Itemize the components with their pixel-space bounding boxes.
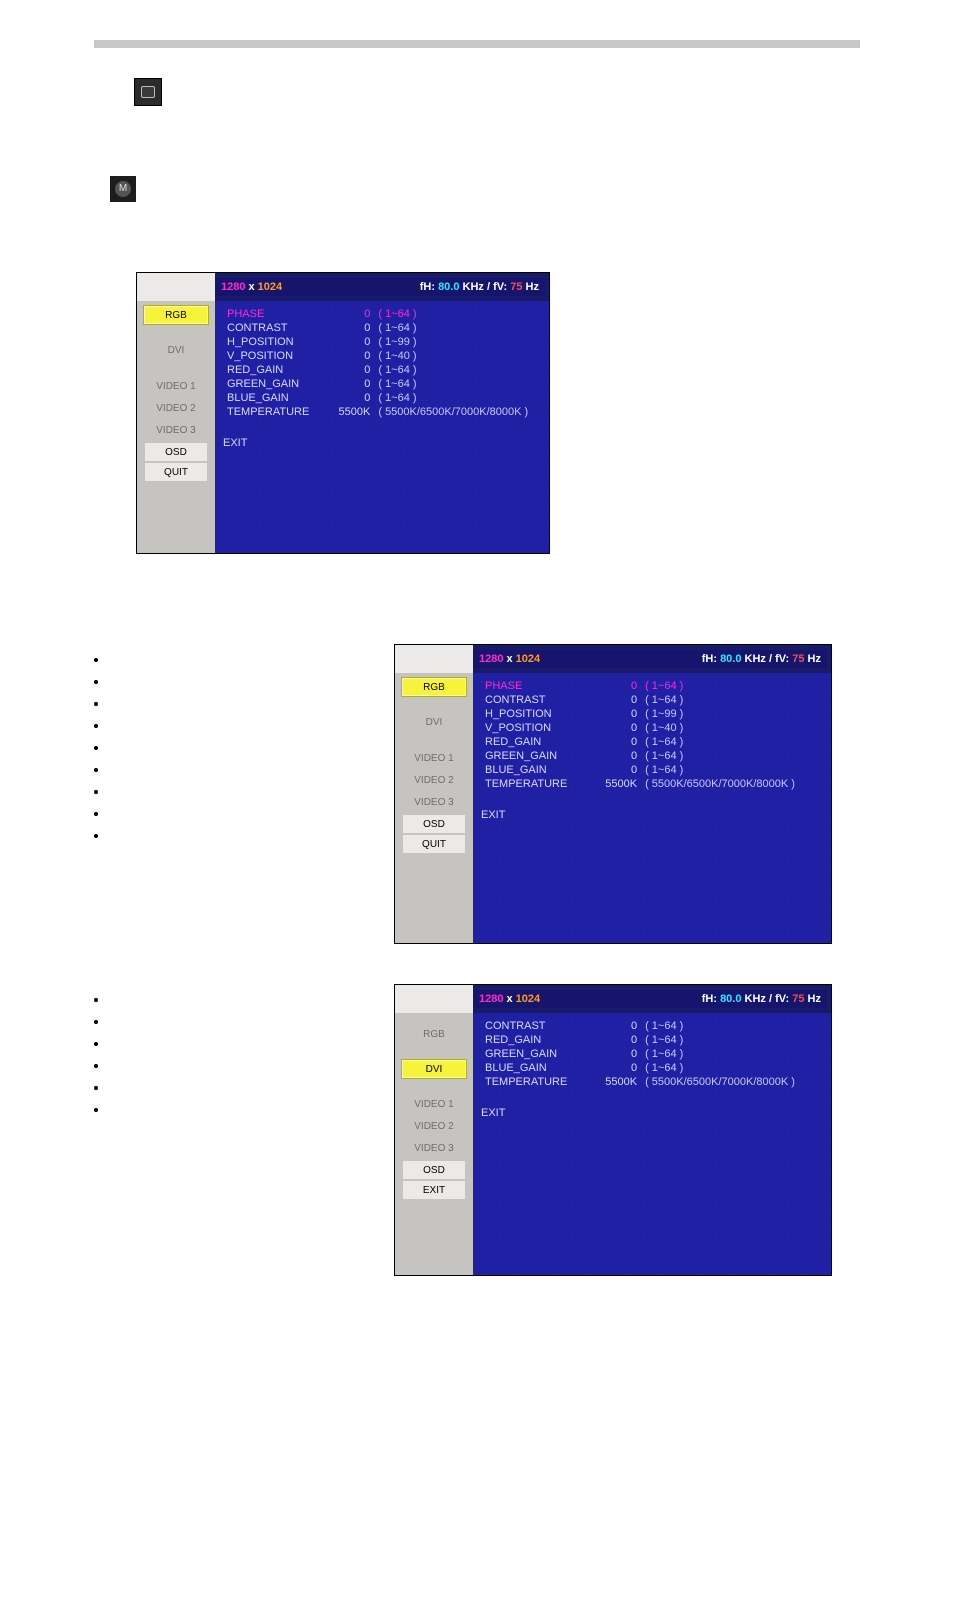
- menu-button-icon: [134, 78, 162, 106]
- osd-topbar: 1280 x 1024 fH: 80.0 KHz / fV: 75 Hz: [215, 278, 545, 296]
- osd-main-dvi: CONTRAST0( 1~64 )RED_GAIN0( 1~64 )GREEN_…: [473, 1013, 831, 1275]
- sidebar-item-rgb[interactable]: RGB: [395, 1023, 473, 1045]
- spec-bullet: [108, 806, 374, 820]
- sidebar-item-osd[interactable]: OSD: [403, 1161, 465, 1179]
- sidebar-item-video1[interactable]: VIDEO 1: [395, 1093, 473, 1115]
- sidebar-item-video3[interactable]: VIDEO 3: [137, 419, 215, 441]
- osd-topbar: 1280 x 1024 fH: 80.0 KHz / fV: 75 Hz: [473, 650, 827, 668]
- spec-bullet: [108, 1102, 374, 1116]
- osd-exit[interactable]: EXIT: [223, 437, 541, 449]
- osd-sidebar: RGB DVI VIDEO 1 VIDEO 2 VIDEO 3 OSD EXIT: [395, 985, 473, 1275]
- sidebar-item-exit[interactable]: EXIT: [403, 1181, 465, 1199]
- sidebar-item-video1[interactable]: VIDEO 1: [137, 375, 215, 397]
- sidebar-item-quit[interactable]: QUIT: [403, 835, 465, 853]
- sidebar-item-video2[interactable]: VIDEO 2: [137, 397, 215, 419]
- sidebar-item-dvi[interactable]: DVI: [395, 711, 473, 733]
- sidebar-item-dvi[interactable]: DVI: [401, 1059, 467, 1079]
- spec-bullet: [108, 674, 374, 688]
- spec-bullet: [108, 652, 374, 666]
- sidebar-item-video2[interactable]: VIDEO 2: [395, 1115, 473, 1137]
- spec-bullet: [108, 1058, 374, 1072]
- osd-screenshot-rgb: RGB DVI VIDEO 1 VIDEO 2 VIDEO 3 OSD QUIT…: [136, 272, 550, 554]
- sidebar-item-osd[interactable]: OSD: [145, 443, 207, 461]
- sidebar-item-osd[interactable]: OSD: [403, 815, 465, 833]
- spec-bullet: [108, 762, 374, 776]
- sidebar-item-video1[interactable]: VIDEO 1: [395, 747, 473, 769]
- osd-exit[interactable]: EXIT: [481, 809, 823, 821]
- osd-screenshot-rgb-2: RGB DVI VIDEO 1 VIDEO 2 VIDEO 3 OSD QUIT…: [394, 644, 832, 944]
- osd-sidebar: RGB DVI VIDEO 1 VIDEO 2 VIDEO 3 OSD QUIT: [395, 645, 473, 943]
- spec-bullet: [108, 828, 374, 842]
- osd-screenshot-dvi: RGB DVI VIDEO 1 VIDEO 2 VIDEO 3 OSD EXIT…: [394, 984, 832, 1276]
- osd-topbar: 1280 x 1024 fH: 80.0 KHz / fV: 75 Hz: [473, 990, 827, 1008]
- dvi-spec-list: [94, 992, 374, 1116]
- sidebar-item-video3[interactable]: VIDEO 3: [395, 1137, 473, 1159]
- sidebar-item-rgb[interactable]: RGB: [143, 305, 209, 325]
- osd-main-rgb: PHASE0( 1~64 )CONTRAST0( 1~64 )H_POSITIO…: [473, 673, 831, 943]
- sidebar-item-video3[interactable]: VIDEO 3: [395, 791, 473, 813]
- m-button-icon: [110, 176, 136, 202]
- osd-sidebar: RGB DVI VIDEO 1 VIDEO 2 VIDEO 3 OSD QUIT: [137, 273, 215, 553]
- sidebar-item-quit[interactable]: QUIT: [145, 463, 207, 481]
- spec-bullet: [108, 740, 374, 754]
- sidebar-item-video2[interactable]: VIDEO 2: [395, 769, 473, 791]
- spec-bullet: [108, 718, 374, 732]
- sidebar-item-dvi[interactable]: DVI: [137, 339, 215, 361]
- rgb-spec-list: [94, 652, 374, 842]
- osd-main-rgb: PHASE0( 1~64 )CONTRAST0( 1~64 )H_POSITIO…: [215, 301, 549, 553]
- spec-bullet: [108, 992, 374, 1006]
- spec-bullet: [108, 1080, 374, 1094]
- spec-bullet: [108, 784, 374, 798]
- spec-bullet: [108, 1036, 374, 1050]
- spec-bullet: [108, 696, 374, 710]
- osd-exit[interactable]: EXIT: [481, 1107, 823, 1119]
- sidebar-item-rgb[interactable]: RGB: [401, 677, 467, 697]
- spec-bullet: [108, 1014, 374, 1028]
- section-divider: [94, 40, 860, 48]
